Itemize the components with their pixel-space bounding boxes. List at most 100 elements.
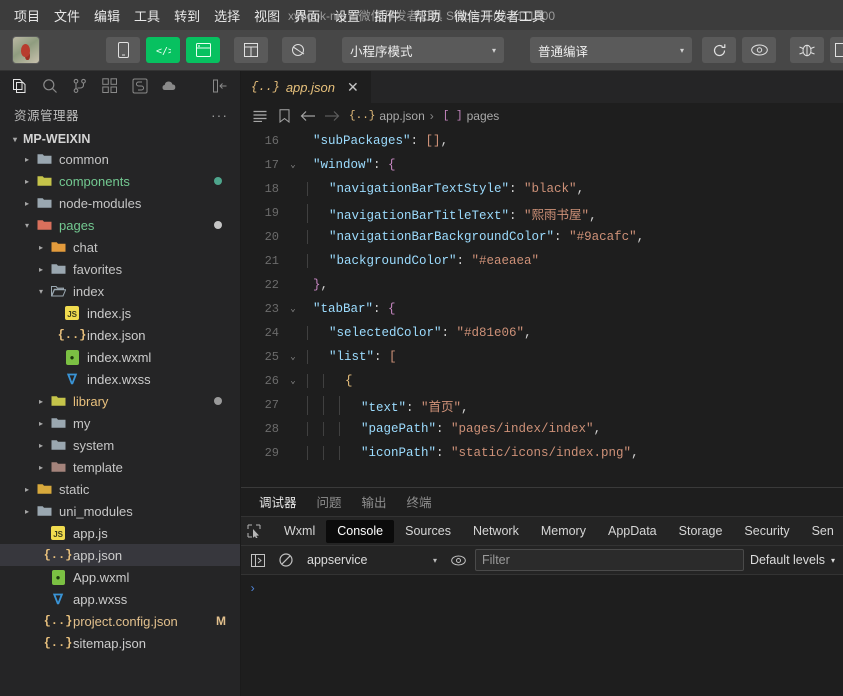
tree-folder-row[interactable]: ▸ template <box>0 456 240 478</box>
explorer-more-icon[interactable]: ··· <box>211 107 228 123</box>
console-sidebar-icon[interactable] <box>247 550 269 570</box>
code-line[interactable]: 17 ⌄ "window": { <box>241 153 843 177</box>
close-icon[interactable]: ✕ <box>345 79 361 96</box>
menu-item-6[interactable]: 视图 <box>248 3 286 28</box>
console-filter-input[interactable] <box>475 549 744 571</box>
chevron-right-icon[interactable]: ▸ <box>20 155 34 164</box>
breadcrumb-symbol[interactable]: [ ] pages <box>443 109 500 123</box>
tree-file-row[interactable]: ● index.wxml <box>0 346 240 368</box>
more-button[interactable] <box>830 37 843 63</box>
devtools-tab[interactable]: Security <box>733 520 800 543</box>
layout-button[interactable] <box>234 37 268 63</box>
tree-folder-row[interactable]: ▸ favorites <box>0 258 240 280</box>
simulator-toggle-button[interactable] <box>106 37 140 63</box>
panel-tab[interactable]: 调试器 <box>251 488 305 517</box>
menu-item-8[interactable]: 设置 <box>328 3 366 28</box>
chevron-down-icon[interactable]: ▾ <box>34 287 48 296</box>
menu-item-7[interactable]: 界面 <box>288 3 326 28</box>
forward-arrow-icon[interactable] <box>321 105 343 127</box>
tree-folder-row[interactable]: ▸ system <box>0 434 240 456</box>
tree-folder-row[interactable]: ▸ node-modules <box>0 192 240 214</box>
code-line[interactable]: 24 "selectedColor": "#d81e06", <box>241 321 843 345</box>
extensions-icon[interactable] <box>96 73 124 99</box>
code-line[interactable]: 28 "pagePath": "pages/index/index", <box>241 417 843 441</box>
code-line[interactable]: 23 ⌄ "tabBar": { <box>241 297 843 321</box>
tree-file-row[interactable]: JS app.js <box>0 522 240 544</box>
code-editor[interactable]: 16 "subPackages": [], 17 ⌄ "window": {18 "nav… <box>241 129 843 487</box>
code-line[interactable]: 16 "subPackages": [], <box>241 129 843 153</box>
devtools-tab[interactable]: Sen <box>801 520 843 543</box>
snippets-icon[interactable] <box>126 73 154 99</box>
chevron-right-icon[interactable]: ▸ <box>34 265 48 274</box>
devtools-tab[interactable]: Storage <box>668 520 734 543</box>
devtools-tab[interactable]: Sources <box>394 520 462 543</box>
compile-select[interactable]: 普通编译 ▾ <box>530 37 692 63</box>
tree-file-row[interactable]: {..} project.config.json M <box>0 610 240 632</box>
menu-item-0[interactable]: 项目 <box>8 3 46 28</box>
code-line[interactable]: 20 "navigationBarBackgroundColor": "#9aca… <box>241 225 843 249</box>
mode-select[interactable]: 小程序模式 ▾ <box>342 37 504 63</box>
code-line[interactable]: 18 "navigationBarTextStyle": "black", <box>241 177 843 201</box>
user-avatar[interactable] <box>12 36 40 64</box>
cloud-dev-icon[interactable] <box>156 73 184 99</box>
tree-file-row[interactable]: ∇ app.wxss <box>0 588 240 610</box>
chevron-right-icon[interactable]: ▸ <box>34 243 48 252</box>
devtools-tab[interactable]: Wxml <box>273 520 326 543</box>
tree-folder-row[interactable]: ▸ my <box>0 412 240 434</box>
chevron-right-icon[interactable]: ▸ <box>34 419 48 428</box>
panel-tab[interactable]: 问题 <box>309 488 350 517</box>
chevron-right-icon[interactable]: ▸ <box>34 463 48 472</box>
tree-file-row[interactable]: JS index.js <box>0 302 240 324</box>
real-device-debug-button[interactable] <box>790 37 824 63</box>
menu-item-2[interactable]: 编辑 <box>88 3 126 28</box>
tree-folder-row[interactable]: ▸ static <box>0 478 240 500</box>
outline-icon[interactable] <box>249 105 271 127</box>
preview-button[interactable] <box>742 37 776 63</box>
devtools-tab[interactable]: AppData <box>597 520 668 543</box>
fold-chevron-icon[interactable]: ⌄ <box>285 352 301 362</box>
source-control-icon[interactable] <box>66 73 94 99</box>
menu-item-1[interactable]: 文件 <box>48 3 86 28</box>
code-line[interactable]: 27 "text": "首页", <box>241 393 843 417</box>
search-icon[interactable] <box>36 73 64 99</box>
devtools-tab[interactable]: Network <box>462 520 530 543</box>
bookmark-icon[interactable] <box>273 105 295 127</box>
tree-file-row[interactable]: {..} index.json <box>0 324 240 346</box>
refresh-button[interactable] <box>702 37 736 63</box>
cloud-button[interactable] <box>282 37 316 63</box>
code-line[interactable]: 19 "navigationBarTitleText": "熙雨书屋", <box>241 201 843 225</box>
tree-folder-row[interactable]: ▾ index <box>0 280 240 302</box>
editor-toggle-button[interactable]: </> <box>146 37 180 63</box>
devtools-tab[interactable]: Memory <box>530 520 597 543</box>
menu-item-9[interactable]: 插件 <box>368 3 406 28</box>
chevron-right-icon[interactable]: ▸ <box>20 485 34 494</box>
menu-item-4[interactable]: 转到 <box>168 3 206 28</box>
chevron-right-icon[interactable]: ▸ <box>20 199 34 208</box>
fold-chevron-icon[interactable]: ⌄ <box>285 376 301 386</box>
menu-item-3[interactable]: 工具 <box>128 3 166 28</box>
tree-folder-row[interactable]: ▸ components <box>0 170 240 192</box>
code-line[interactable]: 25 ⌄ "list": [ <box>241 345 843 369</box>
console-levels-select[interactable]: Default levels ▾ <box>750 553 837 567</box>
fold-chevron-icon[interactable]: ⌄ <box>285 160 301 170</box>
tree-file-row[interactable]: {..} sitemap.json <box>0 632 240 654</box>
clear-console-icon[interactable] <box>275 550 297 570</box>
chevron-down-icon[interactable]: ▾ <box>20 221 34 230</box>
breadcrumb-file[interactable]: {..} app.json <box>349 109 425 123</box>
code-line[interactable]: 26 ⌄ { <box>241 369 843 393</box>
chevron-right-icon[interactable]: ▸ <box>20 177 34 186</box>
explorer-icon[interactable] <box>6 73 34 99</box>
console-output[interactable]: › <box>241 575 843 696</box>
menu-item-5[interactable]: 选择 <box>208 3 246 28</box>
menu-item-11[interactable]: 微信开发者工具 <box>448 3 551 28</box>
devtools-tab[interactable]: Console <box>326 519 395 543</box>
code-line[interactable]: 29 "iconPath": "static/icons/index.png", <box>241 441 843 465</box>
tree-folder-row[interactable]: ▸ uni_modules <box>0 500 240 522</box>
tree-file-row[interactable]: ● App.wxml <box>0 566 240 588</box>
menu-item-10[interactable]: 帮助 <box>408 3 446 28</box>
fold-chevron-icon[interactable]: ⌄ <box>285 304 301 314</box>
tree-file-row[interactable]: {..} app.json <box>0 544 240 566</box>
console-settings-eye-icon[interactable] <box>447 550 469 570</box>
panel-tab[interactable]: 终端 <box>399 488 440 517</box>
code-line[interactable]: 22}, <box>241 273 843 297</box>
